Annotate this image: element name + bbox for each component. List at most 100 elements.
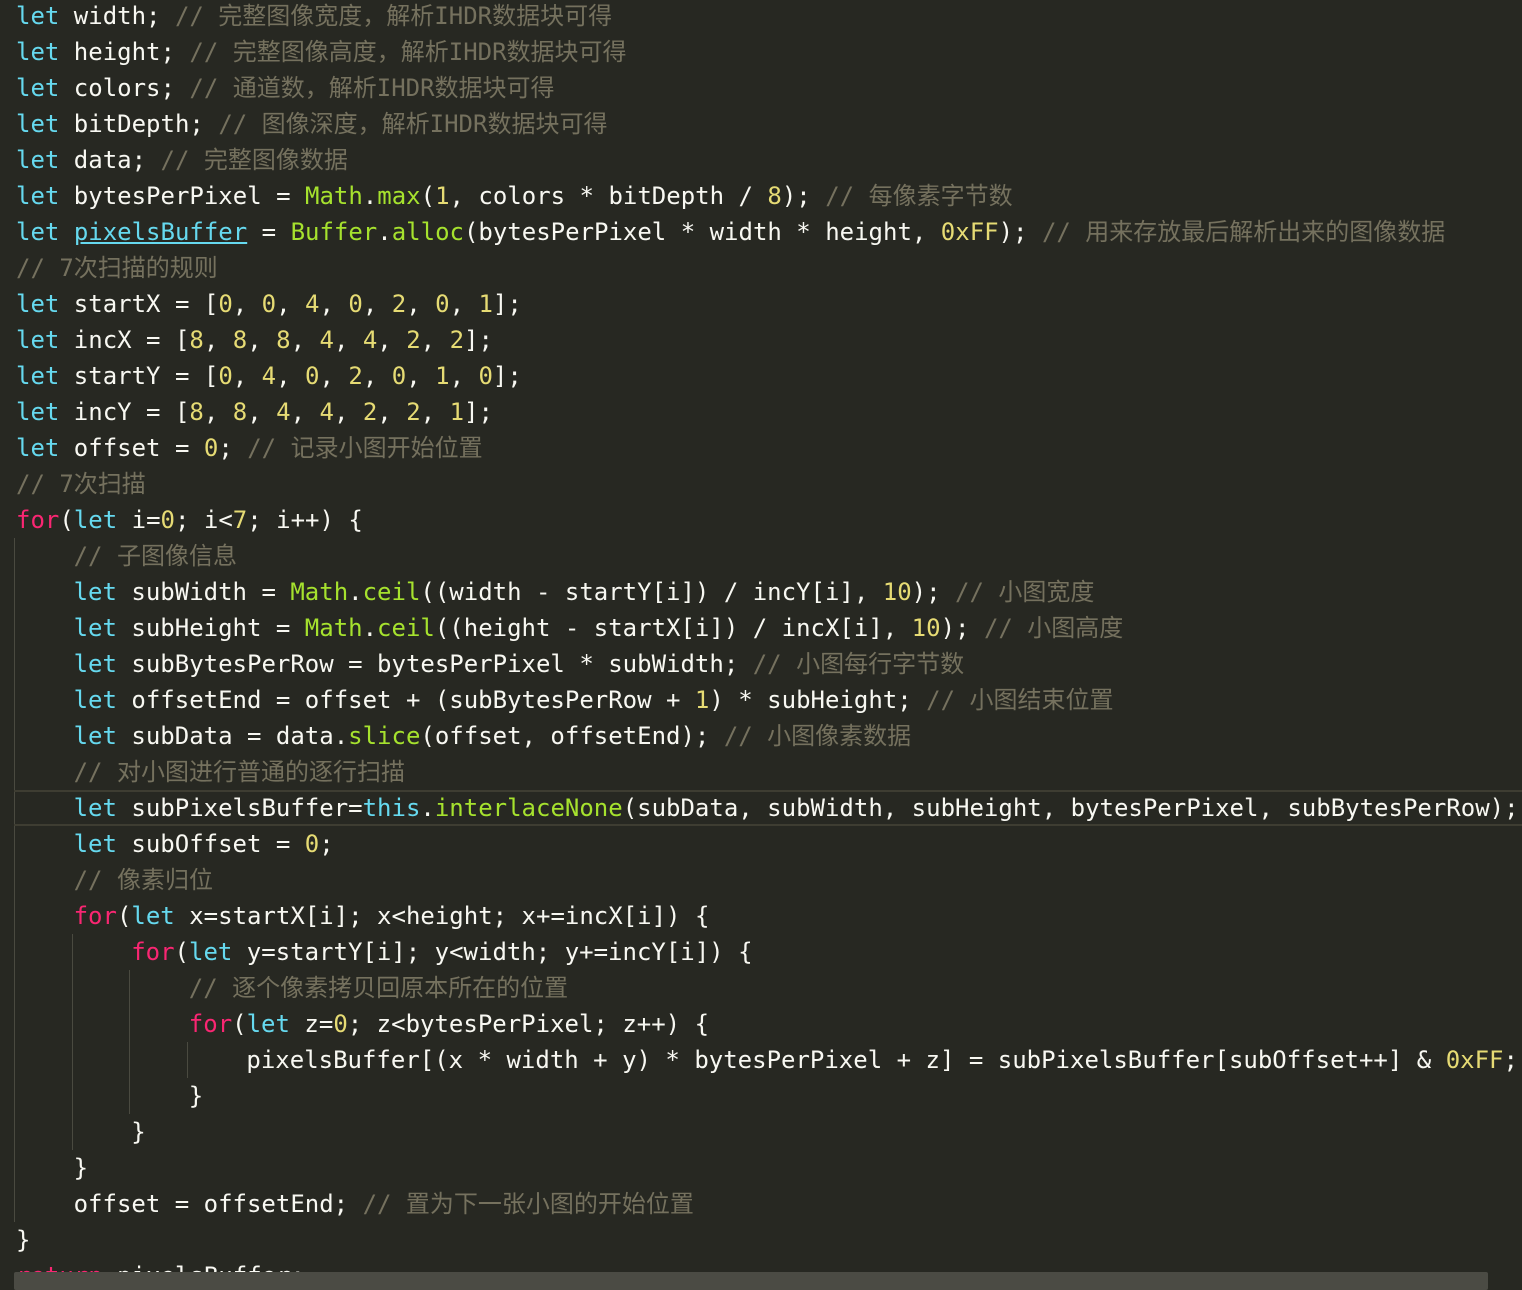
code-token: data; [59, 146, 161, 174]
code-line[interactable]: // 逐个像素拷贝回原本所在的位置 [0, 970, 568, 1006]
code-line[interactable]: let subData = data.slice(offset, offsetE… [0, 718, 912, 754]
code-line[interactable]: let offsetEnd = offset + (subBytesPerRow… [0, 682, 1114, 718]
code-token: 0 [305, 362, 320, 390]
code-token: , [449, 290, 479, 318]
code-token: ) * subHeight; [709, 686, 927, 714]
code-token: 0xFF [940, 218, 999, 246]
code-line[interactable]: // 7次扫描 [0, 466, 146, 502]
code-token: subOffset = [116, 830, 305, 858]
code-token: // 记录小图开始位置 [247, 434, 483, 462]
code-line[interactable]: // 子图像信息 [0, 538, 237, 574]
code-token: ( [174, 938, 189, 966]
code-line[interactable]: let incX = [8, 8, 8, 4, 4, 2, 2]; [0, 322, 493, 358]
code-line[interactable]: let width; // 完整图像宽度，解析IHDR数据块可得 [0, 0, 612, 34]
code-editor[interactable]: let width; // 完整图像宽度，解析IHDR数据块可得 let heig… [0, 0, 1522, 1290]
code-token: ); [911, 578, 956, 606]
code-token: // 小图宽度 [955, 578, 1095, 606]
code-token: // 小图像素数据 [723, 722, 912, 750]
code-line[interactable]: for(let y=startY[i]; y<width; y+=incY[i]… [0, 934, 752, 970]
code-token: for [73, 902, 117, 930]
code-token: 10 [911, 614, 941, 642]
code-token: pixelsBuffer [73, 218, 248, 246]
code-token: , colors * bitDepth / [449, 182, 768, 210]
code-token: 0 [261, 290, 277, 318]
code-token: ); [998, 218, 1042, 246]
code-token: 10 [882, 578, 912, 606]
code-token: 0 [218, 290, 233, 318]
code-token: 8 [276, 326, 291, 354]
code-line[interactable]: let startX = [0, 0, 4, 0, 2, 0, 1]; [0, 286, 522, 322]
code-token: let [16, 38, 60, 66]
code-token: ]; [464, 326, 493, 354]
code-line[interactable]: let bitDepth; // 图像深度，解析IHDR数据块可得 [0, 106, 607, 142]
code-line[interactable]: // 对小图进行普通的逐行扫描 [0, 754, 405, 790]
code-line[interactable]: offset = offsetEnd; // 置为下一张小图的开始位置 [0, 1186, 694, 1222]
code-token: = [247, 218, 291, 246]
code-line[interactable]: // 7次扫描的规则 [0, 250, 218, 286]
code-token: ; z<bytesPerPixel; z++) { [347, 1010, 710, 1038]
code-token: . [420, 794, 435, 822]
code-token: Math [290, 578, 349, 606]
code-token: interlaceNone [434, 794, 623, 822]
code-token: // 7次扫描的规则 [16, 254, 218, 282]
code-token: subWidth = [116, 578, 291, 606]
code-token: z= [289, 1010, 334, 1038]
code-token: 7 [232, 506, 248, 534]
code-token: 0 [333, 1010, 348, 1038]
code-line[interactable]: } [0, 1078, 203, 1114]
code-token: . [348, 578, 363, 606]
code-token: 8 [232, 326, 248, 354]
code-token: 4 [305, 290, 320, 318]
code-token: ( [232, 1010, 247, 1038]
code-token: let [73, 614, 117, 642]
code-line[interactable]: for(let z=0; z<bytesPerPixel; z++) { [0, 1006, 709, 1042]
horizontal-scrollbar[interactable] [14, 1272, 1488, 1290]
code-token: offsetEnd = offset + (subBytesPerRow + [116, 686, 695, 714]
code-token: , [449, 362, 479, 390]
code-line[interactable]: let incY = [8, 8, 4, 4, 2, 2, 1]; [0, 394, 493, 430]
code-token: 0 [304, 830, 320, 858]
code-token: ; [218, 434, 248, 462]
code-line[interactable]: let bytesPerPixel = Math.max(1, colors *… [0, 178, 1013, 214]
code-token: 4 [261, 362, 277, 390]
code-token: // 像素归位 [73, 866, 213, 894]
code-line[interactable]: let height; // 完整图像高度，解析IHDR数据块可得 [0, 34, 627, 70]
code-line[interactable]: pixelsBuffer[(x * width + y) * bytesPerP… [0, 1042, 1518, 1078]
code-token: , [319, 362, 349, 390]
code-line[interactable]: let pixelsBuffer = Buffer.alloc(bytesPer… [0, 214, 1445, 250]
code-line[interactable]: for(let i=0; i<7; i++) { [0, 502, 363, 538]
code-token: 2 [348, 362, 363, 390]
code-token: 1 [694, 686, 710, 714]
code-line[interactable]: let subWidth = Math.ceil((width - startY… [0, 574, 1095, 610]
code-token: , [362, 290, 392, 318]
code-token: 1 [435, 362, 450, 390]
code-token: ; i< [174, 506, 233, 534]
code-token: offset = [59, 434, 204, 462]
code-token: , [203, 398, 233, 426]
code-line[interactable]: for(let x=startX[i]; x<height; x+=incX[i… [0, 898, 710, 934]
code-line[interactable]: let colors; // 通道数，解析IHDR数据块可得 [0, 70, 555, 106]
code-token: slice [348, 722, 421, 750]
code-token: // 小图高度 [983, 614, 1124, 642]
code-token: 8 [189, 326, 204, 354]
code-token: ((width - startY[i]) / incY[i], [420, 578, 883, 606]
code-line[interactable]: let startY = [0, 4, 0, 2, 0, 1, 0]; [0, 358, 522, 394]
code-line[interactable]: let subOffset = 0; [0, 826, 334, 862]
code-line[interactable]: let subBytesPerRow = bytesPerPixel * sub… [0, 646, 964, 682]
code-token: 2 [406, 326, 421, 354]
code-token: ( [116, 902, 132, 930]
code-line[interactable]: } [0, 1222, 30, 1258]
code-token: let [73, 794, 117, 822]
code-token: let [16, 362, 60, 390]
code-line[interactable]: let subHeight = Math.ceil((height - star… [0, 610, 1124, 646]
code-token: 0xFF [1445, 1046, 1504, 1074]
code-line[interactable]: } [0, 1114, 145, 1150]
code-line[interactable]: let offset = 0; // 记录小图开始位置 [0, 430, 483, 466]
current-code-line[interactable]: let subPixelsBuffer=this.interlaceNone(s… [14, 790, 1522, 826]
code-line[interactable]: let data; // 完整图像数据 [0, 142, 348, 178]
code-token: , [377, 398, 407, 426]
code-line[interactable]: // 像素归位 [0, 862, 213, 898]
code-line[interactable]: } [0, 1150, 88, 1186]
code-token: // 小图结束位置 [926, 686, 1114, 714]
